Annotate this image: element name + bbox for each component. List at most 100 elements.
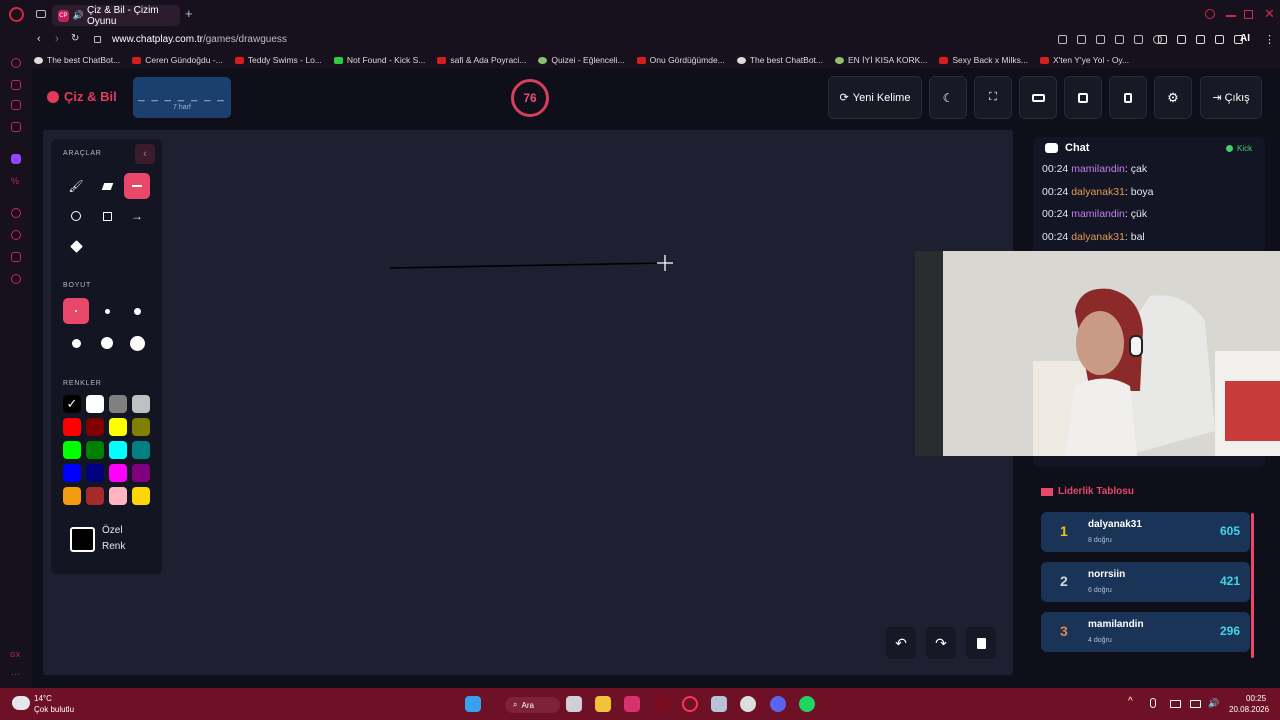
windows-start-icon[interactable] <box>465 696 481 712</box>
line-tool[interactable] <box>124 173 150 199</box>
collapse-panel-button[interactable]: ‹ <box>135 144 155 164</box>
arrow-tool[interactable]: → <box>124 203 150 229</box>
color-swatch[interactable] <box>132 418 150 436</box>
wallet-icon[interactable] <box>1158 35 1167 44</box>
snapshot-icon[interactable] <box>1058 35 1067 44</box>
tray-chevron-icon[interactable]: ^ <box>1128 696 1133 707</box>
url-field[interactable]: www.chatplay.com.tr/games/drawguess <box>112 34 287 45</box>
tray-volume-icon[interactable]: 🔊 <box>1208 698 1219 709</box>
color-swatch[interactable] <box>132 487 150 505</box>
task-view-icon[interactable] <box>566 696 582 712</box>
instagram-icon[interactable] <box>624 696 640 712</box>
color-swatch[interactable] <box>109 441 127 459</box>
download-icon[interactable] <box>1215 35 1224 44</box>
bookmark-item[interactable]: The best ChatBot... <box>736 55 823 65</box>
color-swatch[interactable] <box>132 464 150 482</box>
sidebar-more-icon[interactable]: ··· <box>11 669 20 679</box>
opera-gx-icon[interactable] <box>682 696 698 712</box>
color-swatch[interactable] <box>86 418 104 436</box>
sidebar-extensions-icon[interactable] <box>11 252 21 262</box>
color-swatch[interactable] <box>132 395 150 413</box>
sidebar-percent-icon[interactable]: % <box>11 176 21 186</box>
close-window-button[interactable]: ✕ <box>1264 6 1275 22</box>
reload-icon[interactable]: ↻ <box>71 33 79 44</box>
opera-logo-icon[interactable] <box>9 7 24 22</box>
tray-keyboard-icon[interactable] <box>1170 700 1181 708</box>
color-swatch[interactable] <box>63 418 81 436</box>
color-swatch[interactable] <box>63 464 81 482</box>
settings-button[interactable]: ⚙ <box>1154 76 1192 119</box>
fullscreen-button[interactable]: ⛶ <box>974 76 1012 119</box>
color-swatch[interactable]: ✓ <box>63 395 81 413</box>
discord-icon[interactable] <box>770 696 786 712</box>
tab-overview-icon[interactable] <box>36 10 46 18</box>
new-word-button[interactable]: ⟳ Yeni Kelime <box>828 76 922 119</box>
sidebar-player-icon[interactable] <box>11 208 21 218</box>
size-option-6[interactable] <box>124 330 150 356</box>
leaderboard-scrollbar[interactable] <box>1251 513 1254 658</box>
eraser-tool[interactable] <box>94 173 120 199</box>
theme-toggle-button[interactable]: ☾ <box>929 76 967 119</box>
bookmark-item[interactable]: Onu Gördüğümde... <box>636 55 725 65</box>
exit-button[interactable]: ⇥ Çıkış <box>1200 76 1262 119</box>
sidebar-instagram-icon[interactable] <box>11 122 21 132</box>
sidebar-gx-icon[interactable]: GX <box>10 652 20 659</box>
circle-tool[interactable] <box>63 203 89 229</box>
color-swatch[interactable] <box>86 441 104 459</box>
chat-username[interactable]: dalyanak31 <box>1071 186 1125 198</box>
back-icon[interactable]: ‹ <box>37 33 41 45</box>
tab-active[interactable]: CP 🔊 Çiz & Bil - Çizim Oyunu <box>52 5 180 27</box>
size-option-1[interactable] <box>63 298 89 324</box>
size-option-3[interactable] <box>124 298 150 324</box>
search-tabs-icon[interactable] <box>1205 9 1215 19</box>
app-icon-1[interactable] <box>711 696 727 712</box>
redo-button[interactable]: ↷ <box>926 627 956 659</box>
sidebar-messenger-icon[interactable] <box>11 100 21 110</box>
chat-username[interactable]: dalyanak31 <box>1071 231 1125 243</box>
archive-button[interactable] <box>1064 76 1102 119</box>
maximize-button[interactable] <box>1244 10 1253 19</box>
bookmark-item[interactable]: X'ten Y'ye Yol - Oy... <box>1039 55 1129 65</box>
ai-button[interactable]: AI <box>1240 33 1250 44</box>
size-option-2[interactable] <box>94 298 120 324</box>
drawing-canvas[interactable] <box>43 130 1013 675</box>
bookmark-item[interactable]: Ceren Gündoğdu -... <box>132 55 223 65</box>
camera-icon[interactable] <box>1115 35 1124 44</box>
custom-color-picker[interactable] <box>70 527 95 552</box>
weather-icon[interactable] <box>12 696 30 710</box>
chat-username[interactable]: mamilandin <box>1071 208 1125 220</box>
color-swatch[interactable] <box>109 395 127 413</box>
tray-mic-icon[interactable] <box>1150 698 1156 708</box>
menu-icon[interactable]: ⋮ <box>1264 33 1275 46</box>
bookmark-item[interactable]: EN İYİ KISA KORK... <box>835 55 927 65</box>
minimize-button[interactable] <box>1226 15 1236 17</box>
file-explorer-icon[interactable] <box>595 696 611 712</box>
bookmark-item[interactable]: safi & Ada Poyraci... <box>437 55 526 65</box>
bookmark-item[interactable]: Teddy Swims - Lo... <box>234 55 322 65</box>
bookmark-item[interactable]: Sexy Back x Milks... <box>939 55 1028 65</box>
size-option-5[interactable] <box>94 330 120 356</box>
new-tab-button[interactable]: + <box>185 6 193 21</box>
color-swatch[interactable] <box>63 441 81 459</box>
shield-icon[interactable] <box>1096 35 1105 44</box>
tray-network-icon[interactable] <box>1190 700 1201 708</box>
sidebar-settings-icon[interactable] <box>11 274 21 284</box>
taskbar-search[interactable]: ⌕ Ara <box>505 697 560 713</box>
bookmark-item[interactable]: The best ChatBot... <box>34 55 120 65</box>
color-swatch[interactable] <box>86 395 104 413</box>
color-swatch[interactable] <box>86 464 104 482</box>
clock-date[interactable]: 20.08.2026 <box>1229 705 1269 714</box>
netflix-icon[interactable] <box>653 696 669 712</box>
chatgpt-icon[interactable] <box>740 696 756 712</box>
color-swatch[interactable] <box>109 487 127 505</box>
clock-time[interactable]: 00:25 <box>1246 694 1266 703</box>
extensions-icon[interactable] <box>1196 35 1205 44</box>
color-swatch[interactable] <box>132 441 150 459</box>
brush-tool[interactable]: 🖌 <box>63 173 89 199</box>
chat-username[interactable]: mamilandin <box>1071 163 1125 175</box>
bookmark-item[interactable]: Quizei - Eğlenceli... <box>538 55 625 65</box>
trash-button[interactable] <box>1109 76 1147 119</box>
translate-icon[interactable] <box>1077 35 1086 44</box>
fill-tool[interactable] <box>63 233 89 259</box>
brand-logo[interactable]: Çiz & Bil <box>47 89 117 104</box>
